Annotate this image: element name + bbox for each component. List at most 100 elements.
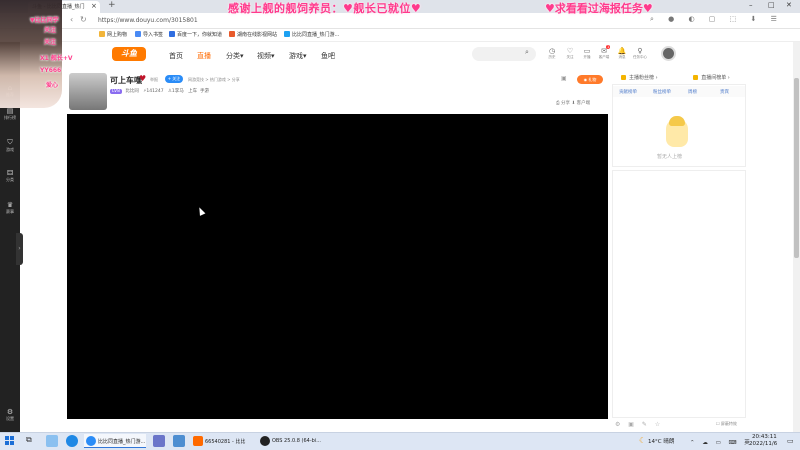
window-close-button[interactable]: ✕ xyxy=(786,1,792,9)
share-button[interactable]: ⎙ 分享 ⬇ 客户端 xyxy=(556,100,590,106)
taskbar-app-label: 66540281 - 比比 xyxy=(205,439,246,445)
sidebar-item-label: 排行榜 xyxy=(4,115,16,120)
gamepad-icon: ⚃ xyxy=(6,169,14,177)
minimize-button[interactable]: – xyxy=(749,1,753,9)
overlay-banner-right: ♥求看看过海报任务♥ xyxy=(545,2,653,15)
overlay-banner-left: 感谢上舰的舰饲养员：♥舰长已就位♥ xyxy=(228,2,422,15)
sidebar-item-label: 游戏 xyxy=(6,147,14,152)
taskbar-app-browser[interactable]: 比比同直播_热门游... xyxy=(84,434,146,448)
monitor-icon: ▭ xyxy=(583,47,591,55)
header-icon-label: 历史 xyxy=(548,55,556,59)
bookmark-icon xyxy=(169,31,175,37)
browser-app-icon xyxy=(86,436,96,446)
overlay-side-text: X1 舰长+V xyxy=(40,55,73,62)
scrollbar-thumb[interactable] xyxy=(794,78,799,258)
nav-home[interactable]: 首页 xyxy=(169,51,183,61)
maximize-button[interactable]: □ xyxy=(768,1,775,9)
nav-category[interactable]: 分类▾ xyxy=(226,51,244,61)
tab-vip[interactable]: 贵宾 xyxy=(720,89,729,95)
site-logo[interactable]: 斗鱼 xyxy=(112,47,146,61)
close-icon[interactable]: × xyxy=(91,2,97,10)
bell-icon: 🔔 xyxy=(617,47,627,55)
tab-fans[interactable]: 粉丝榜单 xyxy=(653,89,671,95)
room-meta: LV8 比比同 ⚡141247 ♙1李马 上车 手游 xyxy=(110,88,209,94)
sidebar-item-rank[interactable]: ▤ 排行榜 xyxy=(0,107,20,121)
task-center-button[interactable]: ♀ 任务中心 xyxy=(633,47,647,60)
sidebar-toggle-button[interactable]: › xyxy=(16,233,23,265)
sidebar-item-label: 赛事 xyxy=(6,209,14,214)
clock-time[interactable]: 20:43:11 xyxy=(752,434,777,440)
heart-outline-icon: ♡ xyxy=(566,47,574,55)
photos-app-icon[interactable] xyxy=(46,435,58,447)
back-icon[interactable]: ‹ xyxy=(70,15,73,24)
mask-effects-checkbox[interactable]: ☐ 屏蔽特效 xyxy=(716,421,737,427)
windows-start-icon[interactable] xyxy=(5,436,14,445)
bookmark-item[interactable]: 百度一下，你就知道 xyxy=(169,31,222,38)
bookmark-label: 百度一下，你就知道 xyxy=(177,32,223,38)
report-link[interactable]: 举报 xyxy=(150,77,158,83)
task-view-icon[interactable]: ⧉ xyxy=(26,435,38,447)
follow-list-button[interactable]: ♡ 关注 xyxy=(563,47,577,60)
douyu-app-icon xyxy=(193,436,203,446)
header-icon-label: 客户端 xyxy=(598,55,610,59)
bookmark-item[interactable]: 网上购物 xyxy=(99,31,127,38)
search-icon[interactable]: ⌕ xyxy=(525,48,529,57)
room-tags[interactable]: 网游竞技 > 热门游戏 > 分享 xyxy=(188,77,240,83)
nav-video[interactable]: 视频▾ xyxy=(257,51,275,61)
video-player[interactable] xyxy=(67,114,608,419)
url-field[interactable]: https://www.douyu.com/3015801 xyxy=(98,17,198,24)
anchor-avatar[interactable] xyxy=(69,73,107,110)
follow-button[interactable]: + 关注 xyxy=(165,75,183,83)
history-button[interactable]: ◷ 历史 xyxy=(545,47,559,60)
nav-yuba[interactable]: 鱼吧 xyxy=(321,51,335,61)
bookmark-item[interactable]: 导入书签 xyxy=(135,31,163,38)
taskbar-app-label: OBS 25.0.8 (64-bi... xyxy=(272,438,321,444)
header-icon-label: 消息 xyxy=(618,55,626,59)
bookmark-item[interactable]: 比比同直播_热门游... xyxy=(284,31,339,38)
tab-weekly[interactable]: 周榜 xyxy=(688,89,697,95)
clock-date[interactable]: 2022/11/6 xyxy=(749,441,777,447)
bookmark-label: 导入书签 xyxy=(143,32,164,38)
user-avatar[interactable] xyxy=(661,46,676,61)
toolbar-extension-icons[interactable]: ⌕ ● ◐ ▢ ⬚ ⬇ ☰ xyxy=(650,15,783,24)
meta-item: 手游 xyxy=(199,89,209,94)
sidebar-item-event[interactable]: ♛ 赛事 xyxy=(0,201,20,215)
meta-item: 1李马 xyxy=(171,89,184,94)
new-tab-button[interactable]: + xyxy=(108,0,116,10)
header-icon-label: 任务中心 xyxy=(633,55,647,59)
tab-contribution[interactable]: 贡献榜单 xyxy=(619,89,637,95)
taskbar-app-obs[interactable]: OBS 25.0.8 (64-bi... xyxy=(258,434,322,448)
person-icon: ♀ xyxy=(637,47,643,55)
taskbar-app-douyu[interactable]: 66540281 - 比比 xyxy=(191,434,253,448)
app-icon[interactable] xyxy=(173,435,185,447)
empty-mascot-hair xyxy=(669,116,685,126)
player-bottom-icons[interactable]: ⚙ ▣ ✎ ☆ xyxy=(615,421,663,428)
room-rank-tab[interactable]: 直播间榜单 › xyxy=(693,74,730,81)
sidebar-item-settings[interactable]: ⚙ 设置 xyxy=(0,408,20,422)
nav-game[interactable]: 游戏▾ xyxy=(289,51,307,61)
system-tray[interactable]: ⌃ ☁ ▭ ⌨ 英 xyxy=(690,438,753,446)
bookmark-icon xyxy=(99,31,105,37)
notification-icon[interactable]: ▭ xyxy=(787,437,794,445)
level-badge: LV8 xyxy=(110,89,122,94)
gift-button[interactable]: ◉ 礼物 xyxy=(577,75,603,84)
edge-browser-icon[interactable] xyxy=(66,435,78,447)
bookmark-icon xyxy=(135,31,141,37)
weather-widget[interactable]: 14°C 晴朗 xyxy=(638,437,674,445)
fans-rank-tab[interactable]: 主播粉丝榜 › xyxy=(621,74,658,81)
gift-box-icon[interactable]: ▣ xyxy=(561,75,567,82)
sidebar-item-category[interactable]: ⚃ 分类 xyxy=(0,169,20,183)
anchor-name: 可上车嘿 xyxy=(110,76,142,85)
sidebar-item-game[interactable]: ⛉ 游戏 xyxy=(0,138,20,153)
app-icon[interactable] xyxy=(153,435,165,447)
bookmark-item[interactable]: 湖南在线影视网站 xyxy=(229,31,277,38)
start-stream-button[interactable]: ▭ 开播 xyxy=(580,47,594,60)
bookmark-icon xyxy=(284,31,290,37)
nav-live[interactable]: 直播 xyxy=(197,51,211,61)
heart-icon: ♥ xyxy=(139,74,147,83)
empty-state-text: 暂无人上榜 xyxy=(657,154,683,160)
tab-label: 直播间榜单 › xyxy=(701,75,730,81)
reload-icon[interactable]: ↻ xyxy=(80,15,87,24)
messages-button[interactable]: 🔔 消息 xyxy=(615,47,629,60)
taskbar-app-label: 比比同直播_热门游... xyxy=(98,439,146,445)
